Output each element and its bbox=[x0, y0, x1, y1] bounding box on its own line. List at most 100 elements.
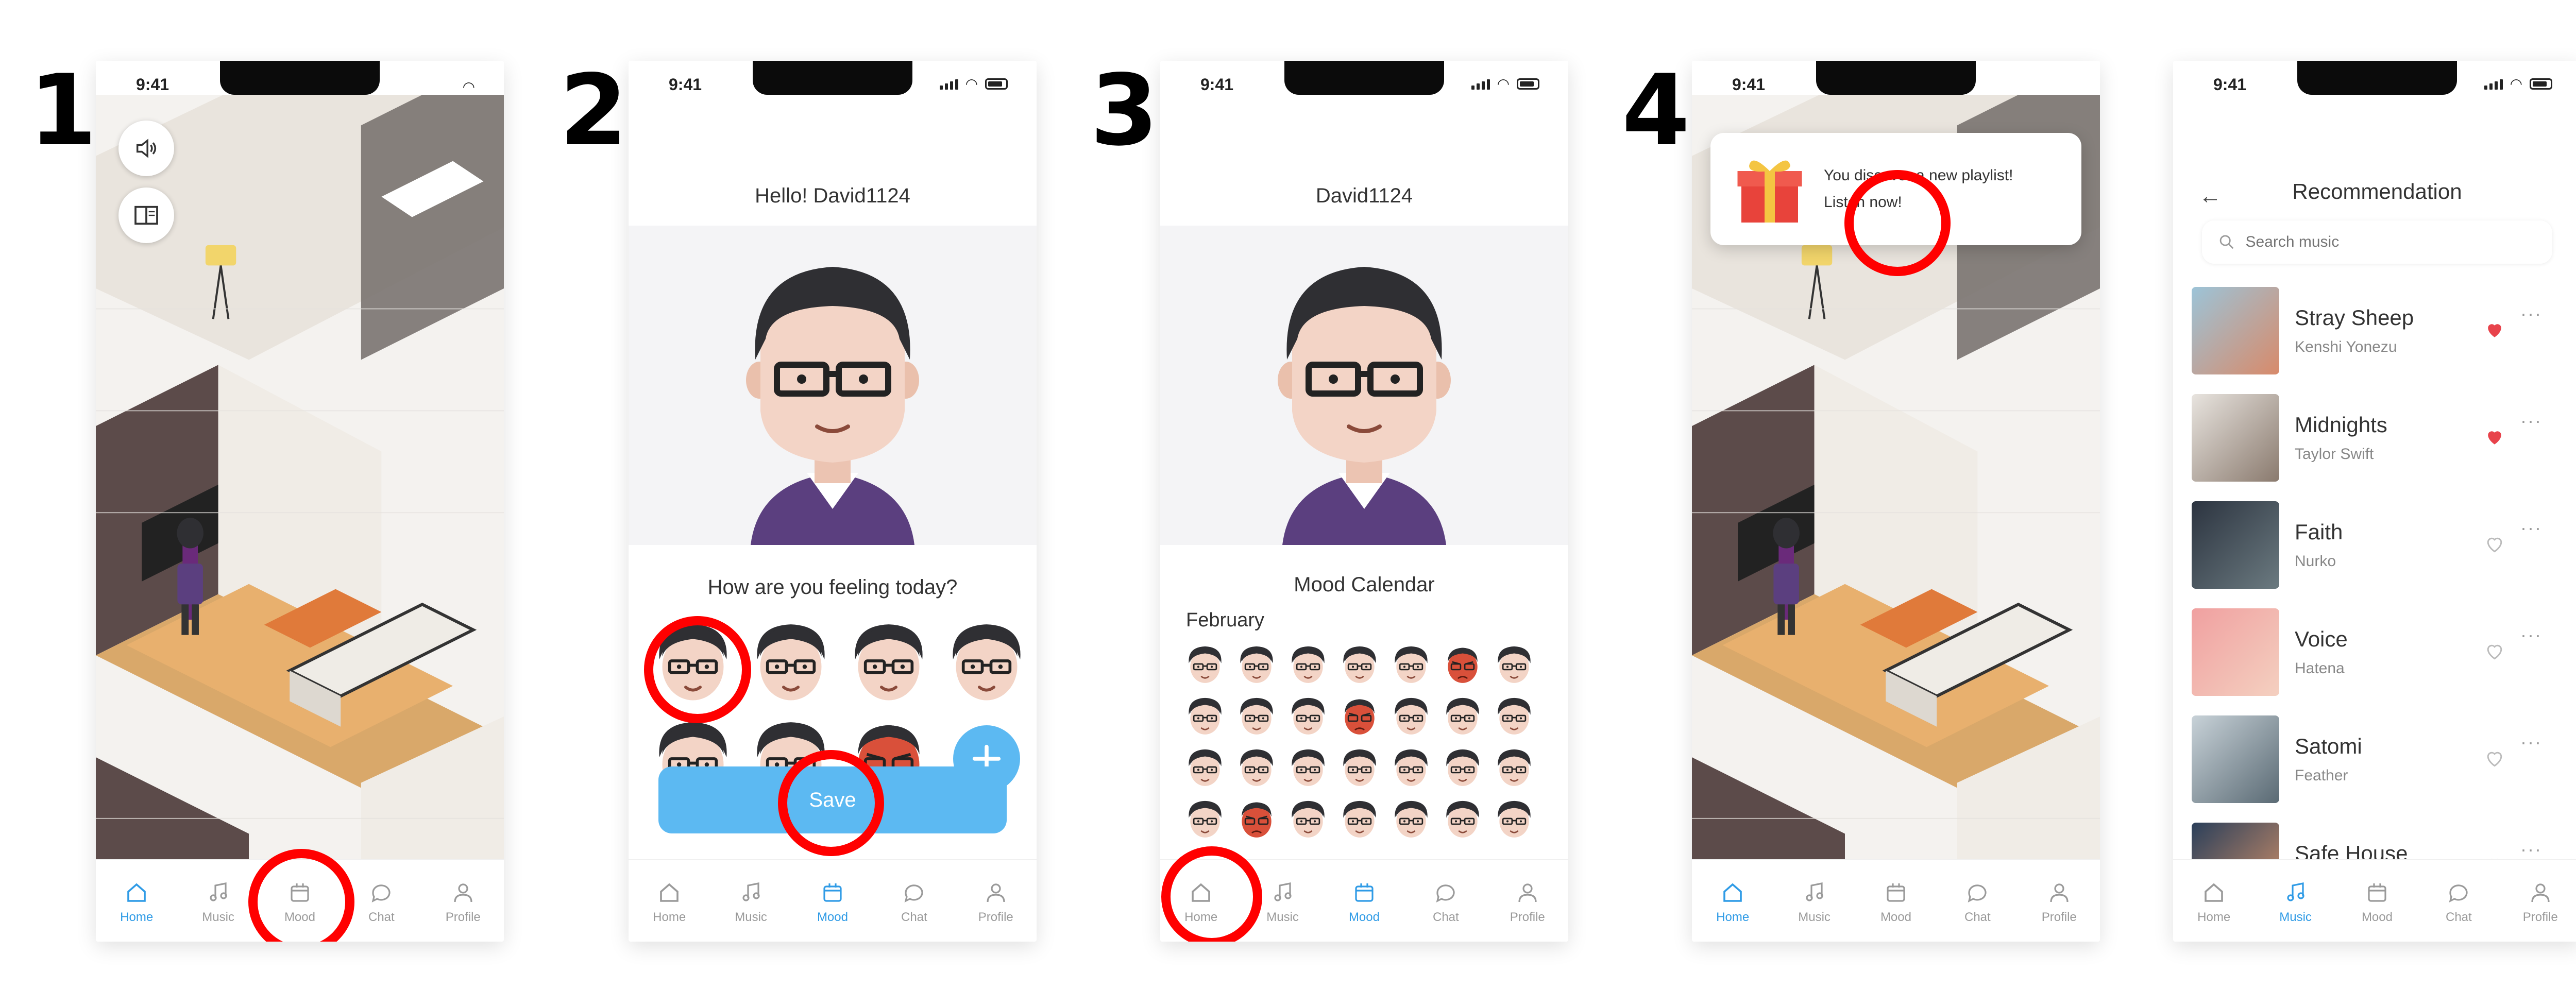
calendar-day-mood[interactable] bbox=[1493, 643, 1535, 685]
song-row[interactable]: Faith Nurko ··· bbox=[2192, 497, 2563, 593]
heart-icon[interactable] bbox=[2483, 425, 2506, 448]
chat-icon bbox=[2449, 884, 2468, 902]
song-row[interactable]: Stray Sheep Kenshi Yonezu ··· bbox=[2192, 282, 2563, 379]
tab-music[interactable]: Music bbox=[715, 880, 787, 925]
tab-home[interactable]: Home bbox=[2178, 880, 2250, 925]
music-icon bbox=[1274, 882, 1292, 901]
tab-music[interactable]: Music bbox=[1778, 880, 1851, 925]
profile-icon bbox=[1518, 883, 1537, 902]
calendar-day-mood[interactable] bbox=[1338, 694, 1381, 737]
song-row[interactable]: Midnights Taylor Swift ··· bbox=[2192, 389, 2563, 486]
mood-face-option[interactable] bbox=[747, 617, 835, 705]
mood-question: How are you feeling today? bbox=[707, 576, 958, 599]
tab-profile[interactable]: Profile bbox=[2023, 880, 2095, 925]
calendar-day-mood[interactable] bbox=[1493, 694, 1535, 737]
mood-face-option[interactable] bbox=[943, 617, 1030, 705]
calendar-day-mood[interactable] bbox=[1493, 797, 1535, 840]
tab-music[interactable]: Music bbox=[182, 880, 255, 925]
search-bar[interactable] bbox=[2202, 220, 2552, 264]
tab-chat[interactable]: Chat bbox=[1941, 880, 2013, 925]
mood-calendar-grid bbox=[1184, 643, 1535, 840]
tab-chat[interactable]: Chat bbox=[878, 880, 950, 925]
heart-icon[interactable] bbox=[2483, 640, 2506, 662]
tab-profile[interactable]: Profile bbox=[960, 880, 1032, 925]
more-icon[interactable]: ··· bbox=[2520, 303, 2542, 325]
status-bar: 9:41 ◠ bbox=[2173, 75, 2576, 96]
tab-home[interactable]: Home bbox=[633, 880, 705, 925]
tab-chat[interactable]: Chat bbox=[1410, 880, 1482, 925]
tab-mood[interactable]: Mood bbox=[1860, 880, 1932, 925]
tab-mood[interactable]: Mood bbox=[1328, 880, 1400, 925]
calendar-day-mood[interactable] bbox=[1184, 694, 1226, 737]
tab-mood[interactable]: Mood bbox=[264, 880, 336, 925]
mood-face-option[interactable] bbox=[649, 617, 737, 705]
heart-icon[interactable] bbox=[2483, 747, 2506, 770]
calendar-day-mood[interactable] bbox=[1235, 746, 1278, 788]
status-time: 9:41 bbox=[1200, 75, 1234, 94]
tab-home[interactable]: Home bbox=[1165, 880, 1237, 925]
calendar-day-mood[interactable] bbox=[1235, 797, 1278, 840]
tab-home[interactable]: Home bbox=[1697, 880, 1769, 925]
tab-profile[interactable]: Profile bbox=[1492, 880, 1564, 925]
search-input[interactable] bbox=[2245, 233, 2537, 251]
calendar-day-mood[interactable] bbox=[1287, 643, 1329, 685]
save-button[interactable]: Save bbox=[658, 766, 1007, 833]
song-row[interactable]: Voice Hatena ··· bbox=[2192, 604, 2563, 701]
calendar-day-mood[interactable] bbox=[1442, 797, 1484, 840]
calendar-day-mood[interactable] bbox=[1184, 797, 1226, 840]
calendar-day-mood[interactable] bbox=[1493, 746, 1535, 788]
calendar-day-mood[interactable] bbox=[1184, 746, 1226, 788]
calendar-day-mood[interactable] bbox=[1235, 643, 1278, 685]
signal-icon bbox=[939, 79, 958, 90]
chat-icon bbox=[371, 884, 391, 902]
sound-toggle-button[interactable] bbox=[118, 121, 174, 176]
calendar-day-mood[interactable] bbox=[1338, 643, 1381, 685]
playlist-notification[interactable]: You discover a new playlist! Listen now! bbox=[1710, 133, 2081, 245]
heart-icon[interactable] bbox=[2483, 533, 2506, 555]
home-icon bbox=[2205, 883, 2223, 902]
calendar-day-mood[interactable] bbox=[1390, 797, 1432, 840]
calendar-day-mood[interactable] bbox=[1390, 694, 1432, 737]
calendar-day-mood[interactable] bbox=[1442, 694, 1484, 737]
calendar-day-mood[interactable] bbox=[1338, 746, 1381, 788]
more-icon[interactable]: ··· bbox=[2520, 410, 2542, 432]
calendar-day-mood[interactable] bbox=[1287, 746, 1329, 788]
calendar-day-mood[interactable] bbox=[1442, 746, 1484, 788]
more-icon[interactable]: ··· bbox=[2520, 517, 2542, 539]
chat-icon bbox=[904, 884, 923, 902]
wifi-icon: ◠ bbox=[965, 76, 978, 92]
signal-icon bbox=[1471, 79, 1490, 90]
calendar-day-mood[interactable] bbox=[1390, 746, 1432, 788]
heart-icon[interactable] bbox=[2483, 318, 2506, 341]
tab-profile[interactable]: Profile bbox=[427, 880, 499, 925]
calendar-day-mood[interactable] bbox=[1390, 643, 1432, 685]
home-icon bbox=[127, 883, 146, 902]
tab-music[interactable]: Music bbox=[2260, 880, 2332, 925]
tab-mood[interactable]: Mood bbox=[796, 880, 869, 925]
isometric-room[interactable] bbox=[96, 95, 504, 859]
calendar-day-mood[interactable] bbox=[1338, 797, 1381, 840]
song-artist: Hatena bbox=[2295, 660, 2345, 677]
calendar-day-mood[interactable] bbox=[1184, 643, 1226, 685]
song-row[interactable]: Satomi Feather ··· bbox=[2192, 711, 2563, 808]
tab-chat[interactable]: Chat bbox=[345, 880, 417, 925]
calendar-day-mood[interactable] bbox=[1442, 643, 1484, 685]
calendar-day-mood[interactable] bbox=[1235, 694, 1278, 737]
song-artist: Nurko bbox=[2295, 553, 2336, 570]
notification-line-2[interactable]: Listen now! bbox=[1824, 189, 2013, 216]
more-icon[interactable]: ··· bbox=[2520, 624, 2542, 646]
book-button[interactable] bbox=[118, 187, 174, 243]
calendar-day-mood[interactable] bbox=[1287, 694, 1329, 737]
profile-icon bbox=[2531, 883, 2550, 902]
tab-home[interactable]: Home bbox=[100, 880, 173, 925]
tab-mood[interactable]: Mood bbox=[2341, 880, 2413, 925]
more-icon[interactable]: ··· bbox=[2520, 839, 2542, 860]
tab-profile[interactable]: Profile bbox=[2504, 880, 2576, 925]
calendar-day-mood[interactable] bbox=[1287, 797, 1329, 840]
tab-music[interactable]: Music bbox=[1247, 880, 1319, 925]
more-icon[interactable]: ··· bbox=[2520, 731, 2542, 753]
mood-icon bbox=[291, 883, 309, 902]
mood-face-option[interactable] bbox=[845, 617, 933, 705]
tab-chat[interactable]: Chat bbox=[2422, 880, 2495, 925]
music-icon bbox=[2286, 882, 2304, 901]
